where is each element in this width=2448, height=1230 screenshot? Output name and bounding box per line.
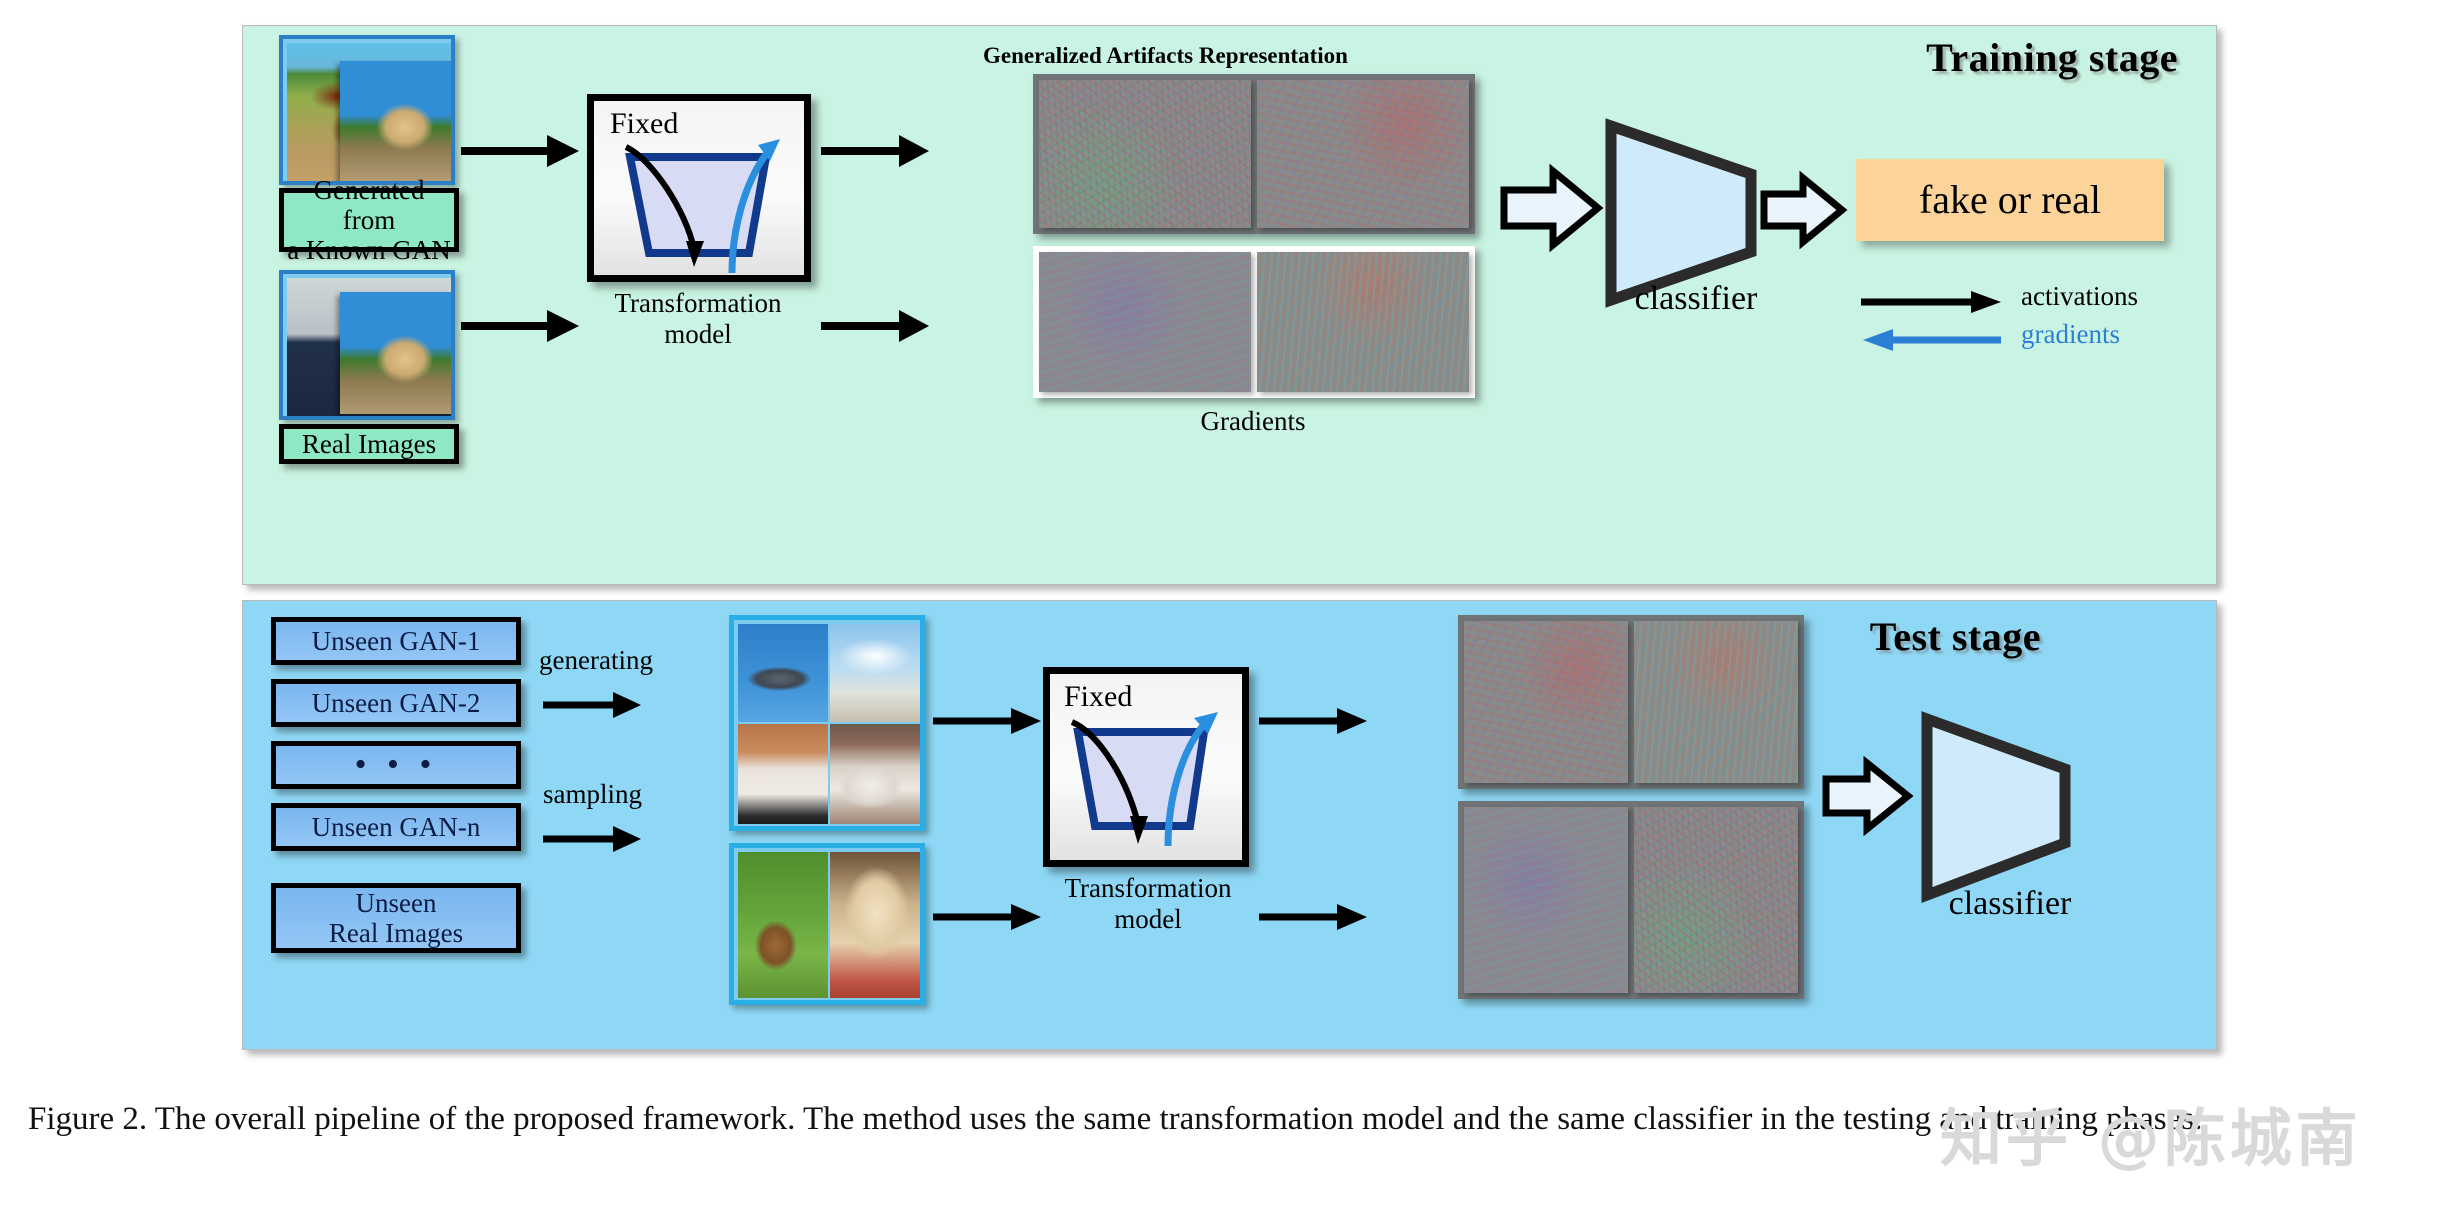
training-stage-title: Training stage [1926,35,2178,80]
unseen-real-line-1: Unseen [355,887,437,918]
artifacts-representation-panel-test [1458,615,1804,789]
block-arrow-to-output [1760,170,1848,250]
unseen-gan-2-label: Unseen GAN-2 [311,687,481,718]
figure-caption: Figure 2. The overall pipeline of the pr… [28,1101,2203,1137]
arrow-generated-to-model [461,135,579,167]
gradient-noise-tile-test-2 [1634,807,1798,993]
gradient-noise-tile-1 [1039,252,1251,392]
generalized-artifacts-title: Generalized Artifacts Representation [983,43,1348,68]
artifact-noise-tile-1 [1039,80,1251,228]
real-images-text: Real Images [301,428,437,459]
arrow-sampling [543,826,641,852]
unseen-gan-2-box: Unseen GAN-2 [271,679,521,727]
trapezoid-network-icon-test [1070,712,1218,847]
arrow-generating [543,692,641,718]
transformation-caption-test-line-2: model [1114,904,1182,934]
photo-dog [830,852,920,998]
unseen-gan-1-label: Unseen GAN-1 [311,625,481,656]
artifacts-representation-panel [1033,74,1475,234]
classifier-caption-test: classifier [1948,885,2072,922]
gradient-noise-tile-2 [1257,252,1469,392]
photo-bedroom-1 [738,724,828,824]
gradient-noise-tile-test-1 [1464,807,1628,993]
block-arrow-to-classifier-training [1500,163,1604,253]
unseen-gan-ellipsis-box: • • • [271,741,521,789]
photo-rabbit [738,852,828,998]
generated-label-line-1: Generated from [313,174,425,235]
ellipsis-label: • • • [354,745,438,783]
generating-arrow-label: generating [539,645,653,675]
test-stage-panel: Test stage Unseen GAN-1 Unseen GAN-2 • •… [242,600,2217,1050]
unseen-real-images-box: Unseen Real Images [271,883,521,953]
generated-label-line-2: a Known GAN [287,235,451,266]
photo-pale-horse [340,292,451,414]
block-arrow-to-classifier-test [1822,755,1914,837]
test-stage-title: Test stage [1869,614,2041,659]
generated-images-grid [729,615,925,831]
transformation-model-caption-test: Transformation model [1003,873,1293,935]
unseen-gan-n-label: Unseen GAN-n [311,811,481,842]
real-images-label: Real Images [279,424,459,464]
real-image-thumbnail [279,270,455,420]
arrow-model-to-artifacts-test [1259,708,1367,734]
gradients-panel [1033,246,1475,398]
classifier-shape-test [1921,711,2071,903]
photo-sky-scene [830,624,920,722]
unseen-gan-1-box: Unseen GAN-1 [271,617,521,665]
transformation-caption-test-line-1: Transformation [1064,873,1232,903]
transformation-caption-line-1: Transformation [614,288,782,318]
arrow-generated-to-model-test [933,708,1041,734]
arrow-model-to-artifacts [821,135,929,167]
transformation-model-caption-training: Transformation model [553,288,843,350]
unseen-gan-n-box: Unseen GAN-n [271,803,521,851]
classifier-caption-training: classifier [1634,280,1758,317]
transformation-model-box-test: Fixed [1043,667,1249,867]
transformation-caption-line-2: model [664,319,732,349]
generated-image-thumbnail [279,35,455,185]
generated-from-known-gan-label: Generated from a Known GAN [279,175,459,265]
arrow-model-to-gradients [821,310,929,342]
output-label-fake-or-real: fake or real [1856,159,2164,241]
gradients-caption: Gradients [1200,406,1306,436]
legend-gradients-label: gradients [2021,319,2120,349]
transformation-model-box-training: Fixed [587,94,811,282]
arrow-model-to-gradients-test [1259,904,1367,930]
artifact-noise-tile-test-1 [1464,621,1628,783]
fake-or-real-text: fake or real [1918,176,2102,222]
legend-activations-label: activations [2021,281,2138,311]
photo-horse-rider [340,61,451,181]
legend-activations-arrow-icon [1861,291,2001,313]
trapezoid-network-icon-training [624,139,780,274]
real-images-grid [729,843,925,1005]
artifact-noise-tile-2 [1257,80,1469,228]
artifact-noise-tile-test-2 [1634,621,1798,783]
photo-bedroom-2 [830,724,920,824]
photo-airplane [738,624,828,722]
training-stage-panel: Training stage Generated from a Known GA… [242,25,2217,585]
sampling-arrow-label: sampling [543,779,642,809]
legend-gradients-arrow-icon [1863,329,2001,351]
gradients-panel-test [1458,801,1804,999]
unseen-real-line-2: Real Images [328,918,464,948]
